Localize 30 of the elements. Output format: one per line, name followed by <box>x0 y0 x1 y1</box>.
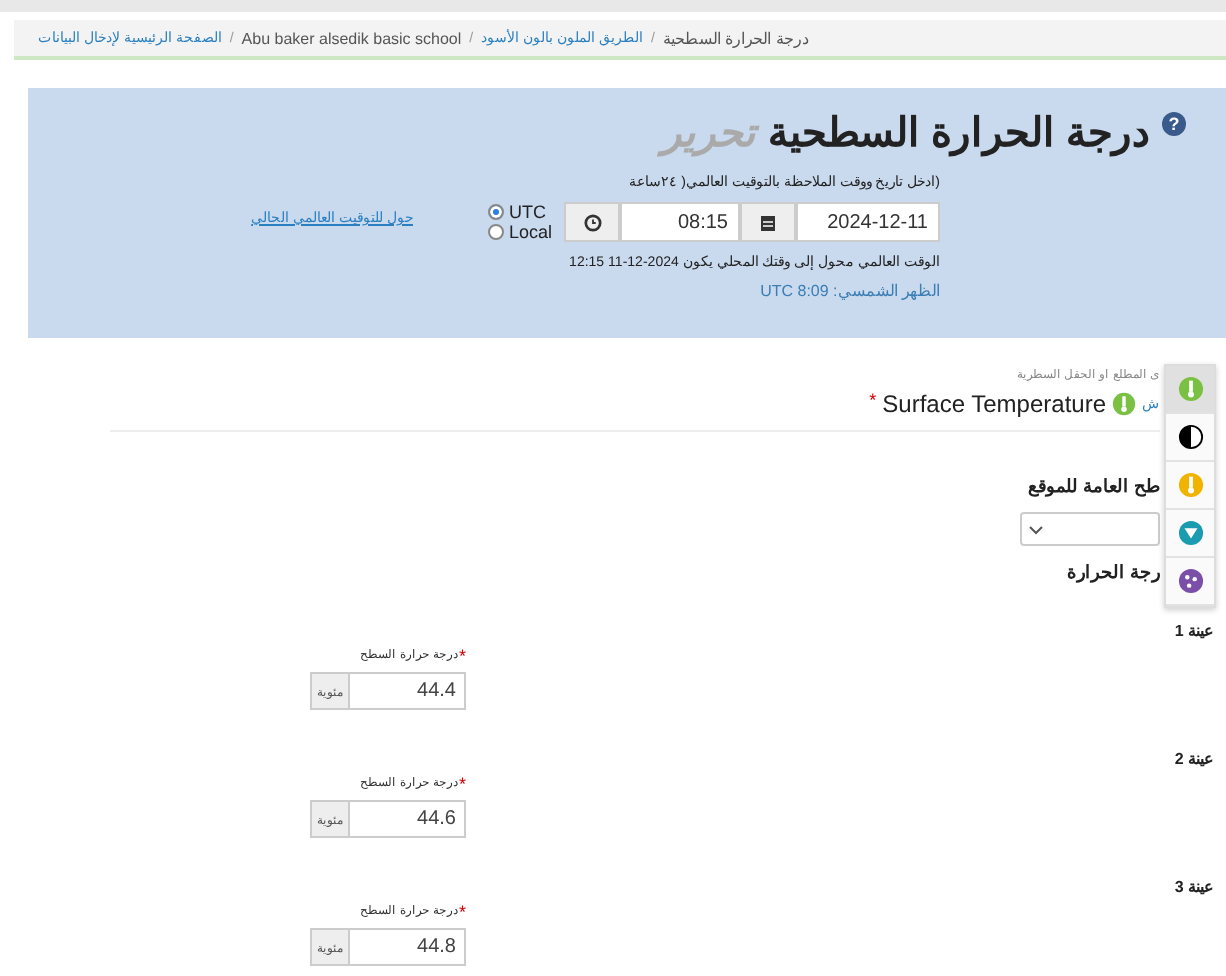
thermometer-icon <box>1112 392 1136 416</box>
date-field[interactable]: 2024-12-11 <box>796 202 940 242</box>
breadcrumb-text: درجة الحرارة السطحية <box>662 29 810 47</box>
chevron-down-icon <box>1028 523 1044 535</box>
required-mark: * <box>458 646 466 666</box>
protocol-name: Surface Temperature <box>882 390 1106 418</box>
solar-noon-text: الظهر الشمسي: UTC 8:09 <box>760 282 940 300</box>
sample-title: عينة 3 <box>1172 878 1214 896</box>
sample-title: عينة 1 <box>1172 622 1214 640</box>
clock-button[interactable] <box>564 202 620 242</box>
required-mark: * <box>458 774 466 794</box>
temperature-input[interactable]: 44.4 <box>350 672 466 710</box>
temperature-input[interactable]: 44.8 <box>350 928 466 966</box>
timezone-radio[interactable]: UTC <box>488 202 552 222</box>
calendar-icon <box>760 213 776 231</box>
clock-icon <box>583 213 601 231</box>
required-mark: * <box>869 390 877 410</box>
sample-title: عينة 2 <box>1172 750 1214 768</box>
page-title: درجة الحرارة السطحية <box>767 110 1150 158</box>
temperature-input[interactable]: 44.6 <box>350 800 466 838</box>
site-heading: طح العامة للموقع <box>1025 476 1160 496</box>
mode-label: تحرير <box>661 110 756 158</box>
help-button[interactable]: ? <box>1162 112 1186 136</box>
timezone-radio[interactable]: Local <box>488 222 552 242</box>
temperature-heading: رجة الحرارة <box>1064 562 1160 582</box>
required-mark: * <box>458 902 466 922</box>
toolbar-button[interactable] <box>1166 414 1214 462</box>
time-field[interactable]: 08:15 <box>620 202 740 242</box>
breadcrumb-text: Abu baker alsedik basic school <box>241 29 462 47</box>
calendar-button[interactable] <box>740 202 796 242</box>
